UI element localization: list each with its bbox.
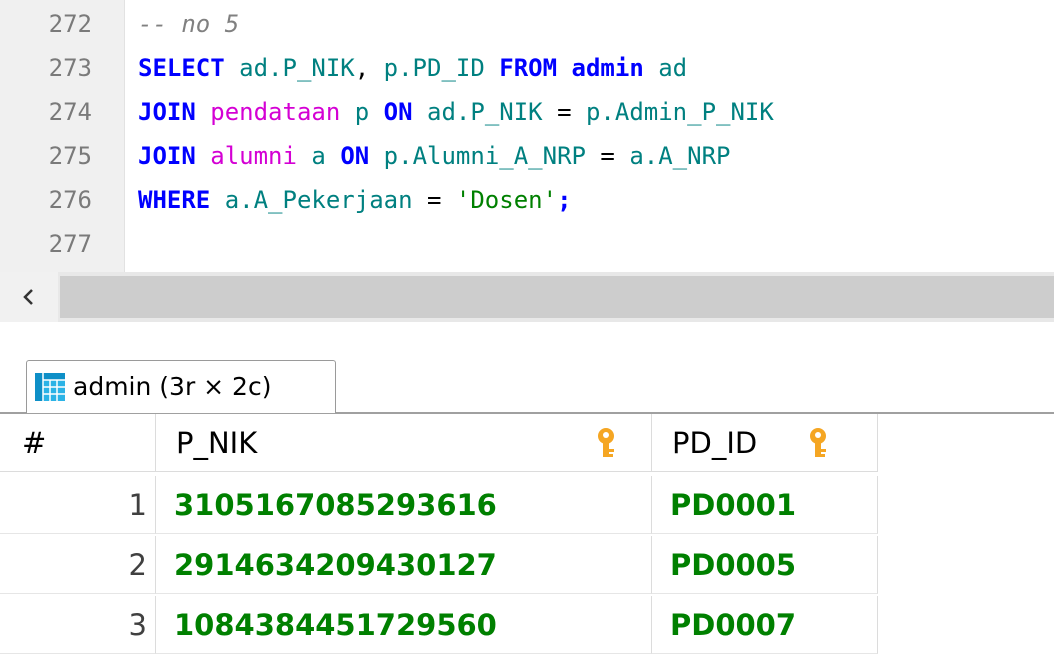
- key-icon: [598, 428, 614, 457]
- scroll-left-button[interactable]: [0, 272, 58, 322]
- cell-pd-id[interactable]: PD0007: [652, 596, 878, 654]
- sql-keyword: SELECT: [138, 54, 225, 82]
- column-header-pd-id[interactable]: PD_ID: [652, 414, 878, 472]
- sql-alias: p: [354, 98, 370, 126]
- sql-keyword: JOIN: [138, 142, 196, 170]
- table-row[interactable]: 3 1084384451729560 PD0007: [0, 596, 880, 654]
- result-tab-admin[interactable]: admin (3r × 2c): [26, 360, 336, 413]
- sql-alias: a: [311, 142, 326, 170]
- line-number: 276: [48, 186, 92, 214]
- column-header-p-nik[interactable]: P_NIK: [156, 414, 652, 472]
- line-number: 275: [48, 142, 92, 170]
- sql-operator: =: [600, 142, 615, 170]
- sql-alias: ad: [658, 54, 688, 82]
- sql-column: a.A_Pekerjaan: [224, 186, 413, 214]
- sql-operator: =: [427, 186, 442, 214]
- column-header-label: PD_ID: [672, 426, 758, 460]
- sql-comment: -- no 5: [138, 10, 240, 38]
- sql-table: admin: [571, 54, 644, 82]
- sql-table: pendataan: [210, 98, 341, 126]
- code-line-273[interactable]: 273 SELECT ad.P_NIK, p.PD_ID FROM admin …: [0, 48, 1054, 88]
- sql-keyword: WHERE: [138, 186, 211, 214]
- sql-column: p.Alumni_A_NRP: [383, 142, 586, 170]
- result-grid[interactable]: # P_NIK PD_ID 1 3105167085293616 PD0001 …: [0, 414, 1054, 658]
- table-row[interactable]: 2 2914634209430127 PD0005: [0, 536, 880, 594]
- scrollbar-thumb[interactable]: [60, 276, 1054, 318]
- sql-column: a.A_NRP: [629, 142, 731, 170]
- sql-punct: ;: [557, 186, 572, 214]
- cell-p-nik[interactable]: 1084384451729560: [156, 596, 652, 654]
- column-header-label: P_NIK: [176, 426, 258, 460]
- column-header-label: #: [22, 426, 47, 460]
- code-line-277[interactable]: 277: [0, 224, 1054, 264]
- sql-column: ad.P_NIK: [427, 98, 543, 126]
- line-number: 277: [48, 230, 92, 258]
- sql-keyword: ON: [383, 98, 413, 126]
- key-icon: [810, 428, 826, 457]
- code-line-276[interactable]: 276 WHERE a.A_Pekerjaan = 'Dosen';: [0, 180, 1054, 220]
- row-number: 2: [0, 536, 156, 594]
- sql-operator: =: [557, 98, 572, 126]
- sql-keyword: ON: [340, 142, 370, 170]
- sql-keyword: JOIN: [138, 98, 196, 126]
- table-row[interactable]: 1 3105167085293616 PD0001: [0, 476, 880, 534]
- line-number: 274: [48, 98, 92, 126]
- cell-pd-id[interactable]: PD0005: [652, 536, 878, 594]
- sql-column: p.PD_ID: [383, 54, 485, 82]
- row-number: 1: [0, 476, 156, 534]
- horizontal-scrollbar[interactable]: [0, 272, 1054, 322]
- result-tab-strip: admin (3r × 2c): [0, 322, 1054, 414]
- sql-editor[interactable]: 272 -- no 5 273 SELECT ad.P_NIK, p.PD_ID…: [0, 0, 1054, 272]
- line-number: 272: [48, 10, 92, 38]
- sql-table: alumni: [210, 142, 297, 170]
- row-number: 3: [0, 596, 156, 654]
- sql-column: p.Admin_P_NIK: [585, 98, 774, 126]
- column-header-rownum[interactable]: #: [0, 414, 156, 472]
- results-panel: admin (3r × 2c) # P_NIK PD_ID 1 31051670…: [0, 322, 1054, 658]
- code-line-272[interactable]: 272 -- no 5: [0, 4, 1054, 44]
- sql-keyword: FROM: [499, 54, 558, 82]
- table-grid-icon: [35, 373, 65, 401]
- sql-column: ad.P_NIK: [239, 54, 355, 82]
- cell-pd-id[interactable]: PD0001: [652, 476, 878, 534]
- chevron-left-icon: [23, 289, 33, 305]
- cell-p-nik[interactable]: 3105167085293616: [156, 476, 652, 534]
- sql-string: 'Dosen': [455, 186, 558, 214]
- sql-punct: ,: [354, 54, 384, 82]
- code-line-275[interactable]: 275 JOIN alumni a ON p.Alumni_A_NRP = a.…: [0, 136, 1054, 176]
- line-number: 273: [48, 54, 92, 82]
- result-tab-label: admin (3r × 2c): [73, 372, 272, 401]
- cell-p-nik[interactable]: 2914634209430127: [156, 536, 652, 594]
- code-line-274[interactable]: 274 JOIN pendataan p ON ad.P_NIK = p.Adm…: [0, 92, 1054, 132]
